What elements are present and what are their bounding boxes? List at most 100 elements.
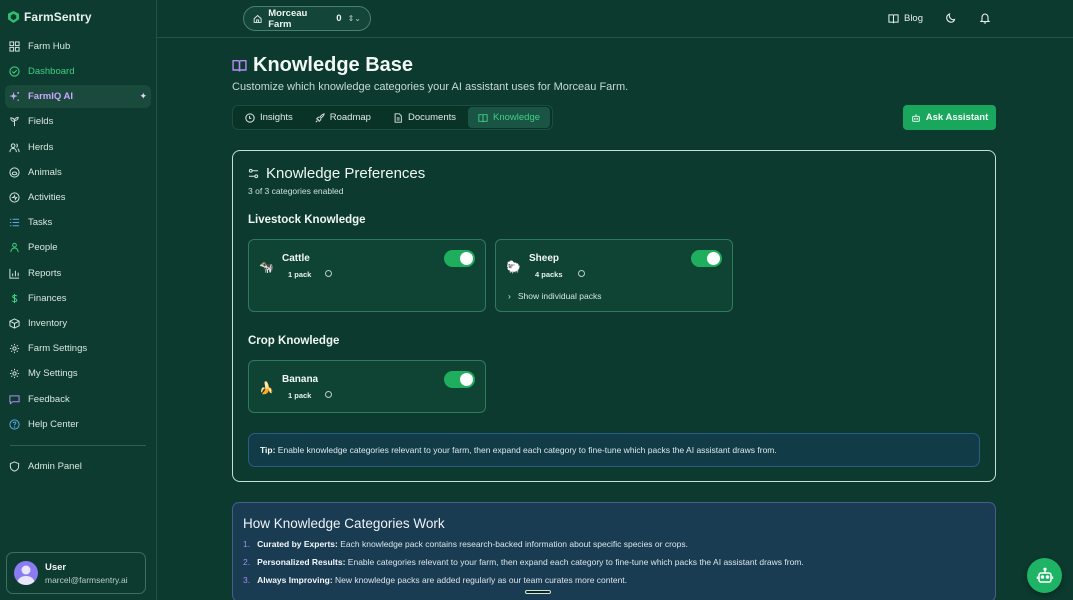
page-title-text: Knowledge Base xyxy=(253,54,414,76)
sidebar-item-tasks[interactable]: Tasks xyxy=(5,210,151,235)
sidebar-item-activities[interactable]: Activities xyxy=(5,185,151,210)
grid-icon xyxy=(9,41,20,52)
home-icon xyxy=(253,14,262,23)
sheep-toggle[interactable] xyxy=(691,250,722,267)
assistant-bot-button[interactable] xyxy=(1027,558,1062,593)
bot-icon xyxy=(1036,567,1053,583)
list-item-text: New knowledge packs are added regularly … xyxy=(332,575,628,585)
sidebar-item-label: Farm Settings xyxy=(28,343,88,355)
info-icon[interactable] xyxy=(325,270,332,277)
sidebar-item-animals[interactable]: Animals xyxy=(5,160,151,185)
sidebar-item-help-center[interactable]: Help Center xyxy=(5,412,151,437)
page-title: Knowledge Base xyxy=(232,54,413,77)
theme-toggle-button[interactable] xyxy=(945,12,957,24)
tab-knowledge[interactable]: Knowledge xyxy=(468,107,551,128)
sidebar-item-dashboard[interactable]: Dashboard xyxy=(5,59,151,84)
knowledge-preferences-panel: Knowledge Preferences 3 of 3 categories … xyxy=(232,150,996,482)
tab-label: Knowledge xyxy=(493,112,541,123)
document-icon xyxy=(394,112,402,123)
sidebar: FarmSentry Farm Hub Dashboard FarmIQ AI … xyxy=(0,0,157,600)
dollar-icon xyxy=(11,293,18,303)
rocket-icon xyxy=(315,112,325,122)
brand-name: FarmSentry xyxy=(24,10,92,24)
avatar xyxy=(14,561,38,585)
user-avatar-icon xyxy=(17,565,35,585)
farm-name: Morceau Farm xyxy=(268,7,308,30)
user-email: marcel@farmsentry.ai xyxy=(45,574,128,585)
farm-selector[interactable]: Morceau Farm 0 ⇕⌄ xyxy=(243,6,371,31)
blog-link[interactable]: Blog xyxy=(888,13,923,24)
sidebar-item-reports[interactable]: Reports xyxy=(5,261,151,286)
list-item-heading: Always Improving: xyxy=(257,575,333,585)
sidebar-item-label: Farm Hub xyxy=(28,41,71,53)
activity-icon xyxy=(9,192,20,203)
list-number: 1. xyxy=(243,539,251,549)
topbar-actions: Blog xyxy=(888,12,991,24)
list-item-heading: Curated by Experts: xyxy=(257,539,338,549)
sidebar-item-farmiq-ai[interactable]: FarmIQ AI ✦ xyxy=(5,85,151,109)
show-individual-packs-button[interactable]: › Show individual packs xyxy=(508,291,601,301)
sidebar-nav: Farm Hub Dashboard FarmIQ AI ✦ Fields He… xyxy=(0,34,156,479)
main-content: Knowledge Base Customize which knowledge… xyxy=(157,38,1073,600)
sliders-icon xyxy=(248,168,259,179)
list-item-text: Each knowledge pack contains research-ba… xyxy=(337,539,688,549)
notifications-button[interactable] xyxy=(979,12,991,24)
scroll-handle[interactable] xyxy=(525,590,551,594)
category-card-cattle: 🐄 Cattle 1 pack xyxy=(248,239,486,312)
sparkle-icon xyxy=(9,92,20,102)
sidebar-item-fields[interactable]: Fields xyxy=(5,109,151,134)
category-name: Cattle xyxy=(282,253,310,264)
tip-label: Tip: xyxy=(260,445,276,455)
pack-count: 1 pack xyxy=(288,270,312,279)
book-open-icon xyxy=(888,13,899,23)
sidebar-item-admin-panel[interactable]: Admin Panel xyxy=(5,454,151,479)
farmsentry-logo-icon xyxy=(8,11,19,23)
sidebar-item-inventory[interactable]: Inventory xyxy=(5,311,151,336)
sidebar-item-herds[interactable]: Herds xyxy=(5,135,151,160)
sidebar-item-my-settings[interactable]: My Settings xyxy=(5,361,151,386)
page-subtitle: Customize which knowledge categories you… xyxy=(232,81,629,93)
sidebar-item-label: Admin Panel xyxy=(28,460,82,472)
info-icon[interactable] xyxy=(578,270,585,277)
ai-sparkle-badge-icon: ✦ xyxy=(139,91,147,102)
compass-icon xyxy=(245,112,255,123)
how-list: 1. Curated by Experts: Each knowledge pa… xyxy=(243,539,804,593)
sidebar-item-finances[interactable]: Finances xyxy=(5,286,151,311)
tab-bar: Insights Roadmap Documents Knowledge xyxy=(232,105,554,130)
sidebar-item-feedback[interactable]: Feedback xyxy=(5,386,151,411)
sidebar-item-label: Animals xyxy=(28,166,62,178)
cow-icon: 🐄 xyxy=(259,260,274,274)
ask-assistant-button[interactable]: Ask Assistant xyxy=(903,105,996,130)
sidebar-divider xyxy=(10,444,146,446)
category-name: Banana xyxy=(282,374,319,385)
message-icon xyxy=(9,394,20,405)
list-item-text: Enable categories relevant to your farm,… xyxy=(345,557,804,567)
bot-icon xyxy=(911,113,920,122)
book-open-icon xyxy=(232,59,247,72)
sidebar-item-farm-settings[interactable]: Farm Settings xyxy=(5,336,151,361)
bell-icon xyxy=(979,13,991,24)
user-card[interactable]: User marcel@farmsentry.ai xyxy=(6,552,146,594)
cattle-toggle[interactable] xyxy=(444,250,475,267)
sidebar-item-label: Reports xyxy=(28,267,62,279)
sidebar-item-label: Herds xyxy=(28,141,54,153)
tab-documents[interactable]: Documents xyxy=(383,107,466,128)
sidebar-item-label: Feedback xyxy=(28,393,70,405)
pack-count: 4 packs xyxy=(535,270,563,279)
sidebar-item-label: Inventory xyxy=(28,317,68,329)
info-icon[interactable] xyxy=(325,391,332,398)
sidebar-item-farm-hub[interactable]: Farm Hub xyxy=(5,34,151,59)
sidebar-item-people[interactable]: People xyxy=(5,235,151,260)
brand[interactable]: FarmSentry xyxy=(0,0,156,34)
livestock-section-title: Livestock Knowledge xyxy=(248,214,366,226)
moon-icon xyxy=(946,13,956,23)
pack-count: 1 pack xyxy=(288,391,312,400)
crop-section-title: Crop Knowledge xyxy=(248,335,340,347)
sheep-icon: 🐑 xyxy=(506,260,521,274)
chevron-up-down-icon: ⇕⌄ xyxy=(347,14,361,23)
category-name: Sheep xyxy=(529,253,560,264)
tab-roadmap[interactable]: Roadmap xyxy=(305,107,381,128)
banana-toggle[interactable] xyxy=(444,371,475,388)
categories-enabled-count: 3 of 3 categories enabled xyxy=(248,186,344,196)
tab-insights[interactable]: Insights xyxy=(235,107,303,128)
